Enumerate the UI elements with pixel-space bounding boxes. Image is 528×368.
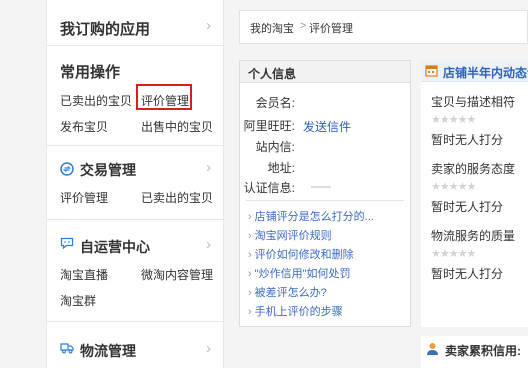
chevron-right-icon[interactable]: ›	[206, 340, 211, 357]
rating-header: 店铺半年内动态评	[421, 60, 528, 82]
faq-text[interactable]: 被差评怎么办?	[255, 287, 327, 299]
chevron-right-icon[interactable]: ›	[206, 159, 211, 176]
personal-info-panel: 个人信息 会员名: 阿里旺旺: 发送信件 站内信: 地址: 认证信息: › 店铺评…	[239, 60, 411, 327]
sidebar: 我订购的应用 › 常用操作 已卖出的宝贝 评价管理 发布宝贝 出售中的宝贝 交易…	[46, 0, 225, 368]
link-weitao-content[interactable]: 微淘内容管理	[141, 266, 213, 283]
member-name-label: 会员名:	[255, 96, 295, 110]
faq-link[interactable]: › 店铺评分是怎么打分的...	[248, 208, 374, 224]
address-label: 地址:	[267, 161, 295, 175]
panel-title: 个人信息	[248, 67, 297, 81]
self-media-section: 自运营中心 › 淘宝直播 微淘内容管理 淘宝群	[47, 220, 225, 322]
app-root: 我订购的应用 › 常用操作 已卖出的宝贝 评价管理 发布宝贝 出售中的宝贝 交易…	[0, 0, 528, 368]
shop-rating-panel: 店铺半年内动态评 宝贝与描述相符 ★★★★★ 暂时无人打分 卖家的服务态度 ★★…	[421, 60, 528, 327]
faq-text[interactable]: 淘宝网评价规则	[255, 230, 332, 242]
divider	[246, 200, 404, 201]
link-items-on-sale[interactable]: 出售中的宝贝	[141, 118, 213, 135]
cert-label: 认证信息:	[243, 181, 295, 195]
faq-text[interactable]: 评价如何修改和删除	[255, 249, 354, 261]
calendar-icon	[425, 65, 438, 77]
rating-label: 宝贝与描述相符	[431, 95, 516, 109]
rating-label: 物流服务的质量	[431, 229, 516, 243]
star-rating: ★★★★★	[431, 181, 476, 193]
purchased-apps-section[interactable]: 我订购的应用 ›	[47, 0, 225, 46]
faq-link[interactable]: › 评价如何修改和删除	[248, 246, 354, 262]
faq-text[interactable]: 店铺评分是怎么打分的...	[255, 211, 374, 223]
send-message-link[interactable]: 发送信件	[303, 118, 351, 135]
breadcrumb-current: 评价管理	[309, 23, 353, 35]
faq-link[interactable]: › 淘宝网评价规则	[248, 227, 332, 243]
rating-title: 店铺半年内动态评	[443, 66, 528, 80]
self-media-title[interactable]: 自运营中心	[80, 237, 150, 257]
faq-text[interactable]: "炒作信用"如何处罚	[255, 268, 351, 280]
inbox-label: 站内信:	[255, 140, 295, 154]
chat-icon	[60, 237, 74, 250]
user-icon	[427, 343, 438, 355]
logistics-section: 物流管理 ›	[47, 322, 225, 368]
chevron-right-icon[interactable]: ›	[206, 236, 211, 253]
star-rating: ★★★★★	[431, 248, 476, 260]
logistics-title[interactable]: 物流管理	[80, 341, 136, 361]
faq-link[interactable]: › "炒作信用"如何处罚	[248, 265, 350, 281]
link-sold-items-2[interactable]: 已卖出的宝贝	[141, 189, 213, 206]
seller-credit-label: 卖家累积信用:	[445, 344, 521, 358]
faq-link[interactable]: › 手机上评价的步骤	[248, 303, 343, 319]
seller-credit: 卖家累积信用:	[421, 336, 528, 368]
rating-status: 暂时无人打分	[431, 200, 504, 214]
chevron-right-icon[interactable]: ›	[206, 17, 211, 34]
link-taobao-live[interactable]: 淘宝直播	[60, 266, 108, 283]
link-review-manage-2[interactable]: 评价管理	[60, 189, 108, 206]
link-sold-items[interactable]: 已卖出的宝贝	[60, 92, 132, 109]
breadcrumb: 我的淘宝 > 评价管理	[239, 10, 528, 44]
star-rating: ★★★★★	[431, 114, 476, 126]
masked-value	[311, 186, 331, 188]
faq-link[interactable]: › 被差评怎么办?	[248, 284, 327, 300]
purchased-apps-title: 我订购的应用	[60, 21, 151, 38]
highlight-box	[136, 84, 192, 110]
rating-status: 暂时无人打分	[431, 133, 504, 147]
truck-icon	[60, 343, 74, 354]
link-publish-item[interactable]: 发布宝贝	[60, 118, 108, 135]
trade-title[interactable]: 交易管理	[80, 160, 136, 180]
link-taobao-group[interactable]: 淘宝群	[60, 292, 96, 309]
common-title: 常用操作	[60, 64, 121, 81]
trade-section: 交易管理 › 评价管理 已卖出的宝贝	[47, 146, 225, 220]
breadcrumb-separator: >	[300, 20, 307, 32]
rating-label: 卖家的服务态度	[431, 162, 516, 176]
faq-text[interactable]: 手机上评价的步骤	[255, 306, 343, 318]
rating-status: 暂时无人打分	[431, 267, 504, 281]
common-section: 常用操作 已卖出的宝贝 评价管理 发布宝贝 出售中的宝贝	[47, 46, 225, 146]
breadcrumb-home[interactable]: 我的淘宝	[250, 20, 294, 36]
exchange-icon	[60, 162, 74, 176]
wangwang-label: 阿里旺旺:	[243, 119, 295, 133]
panel-header: 个人信息	[240, 61, 410, 83]
